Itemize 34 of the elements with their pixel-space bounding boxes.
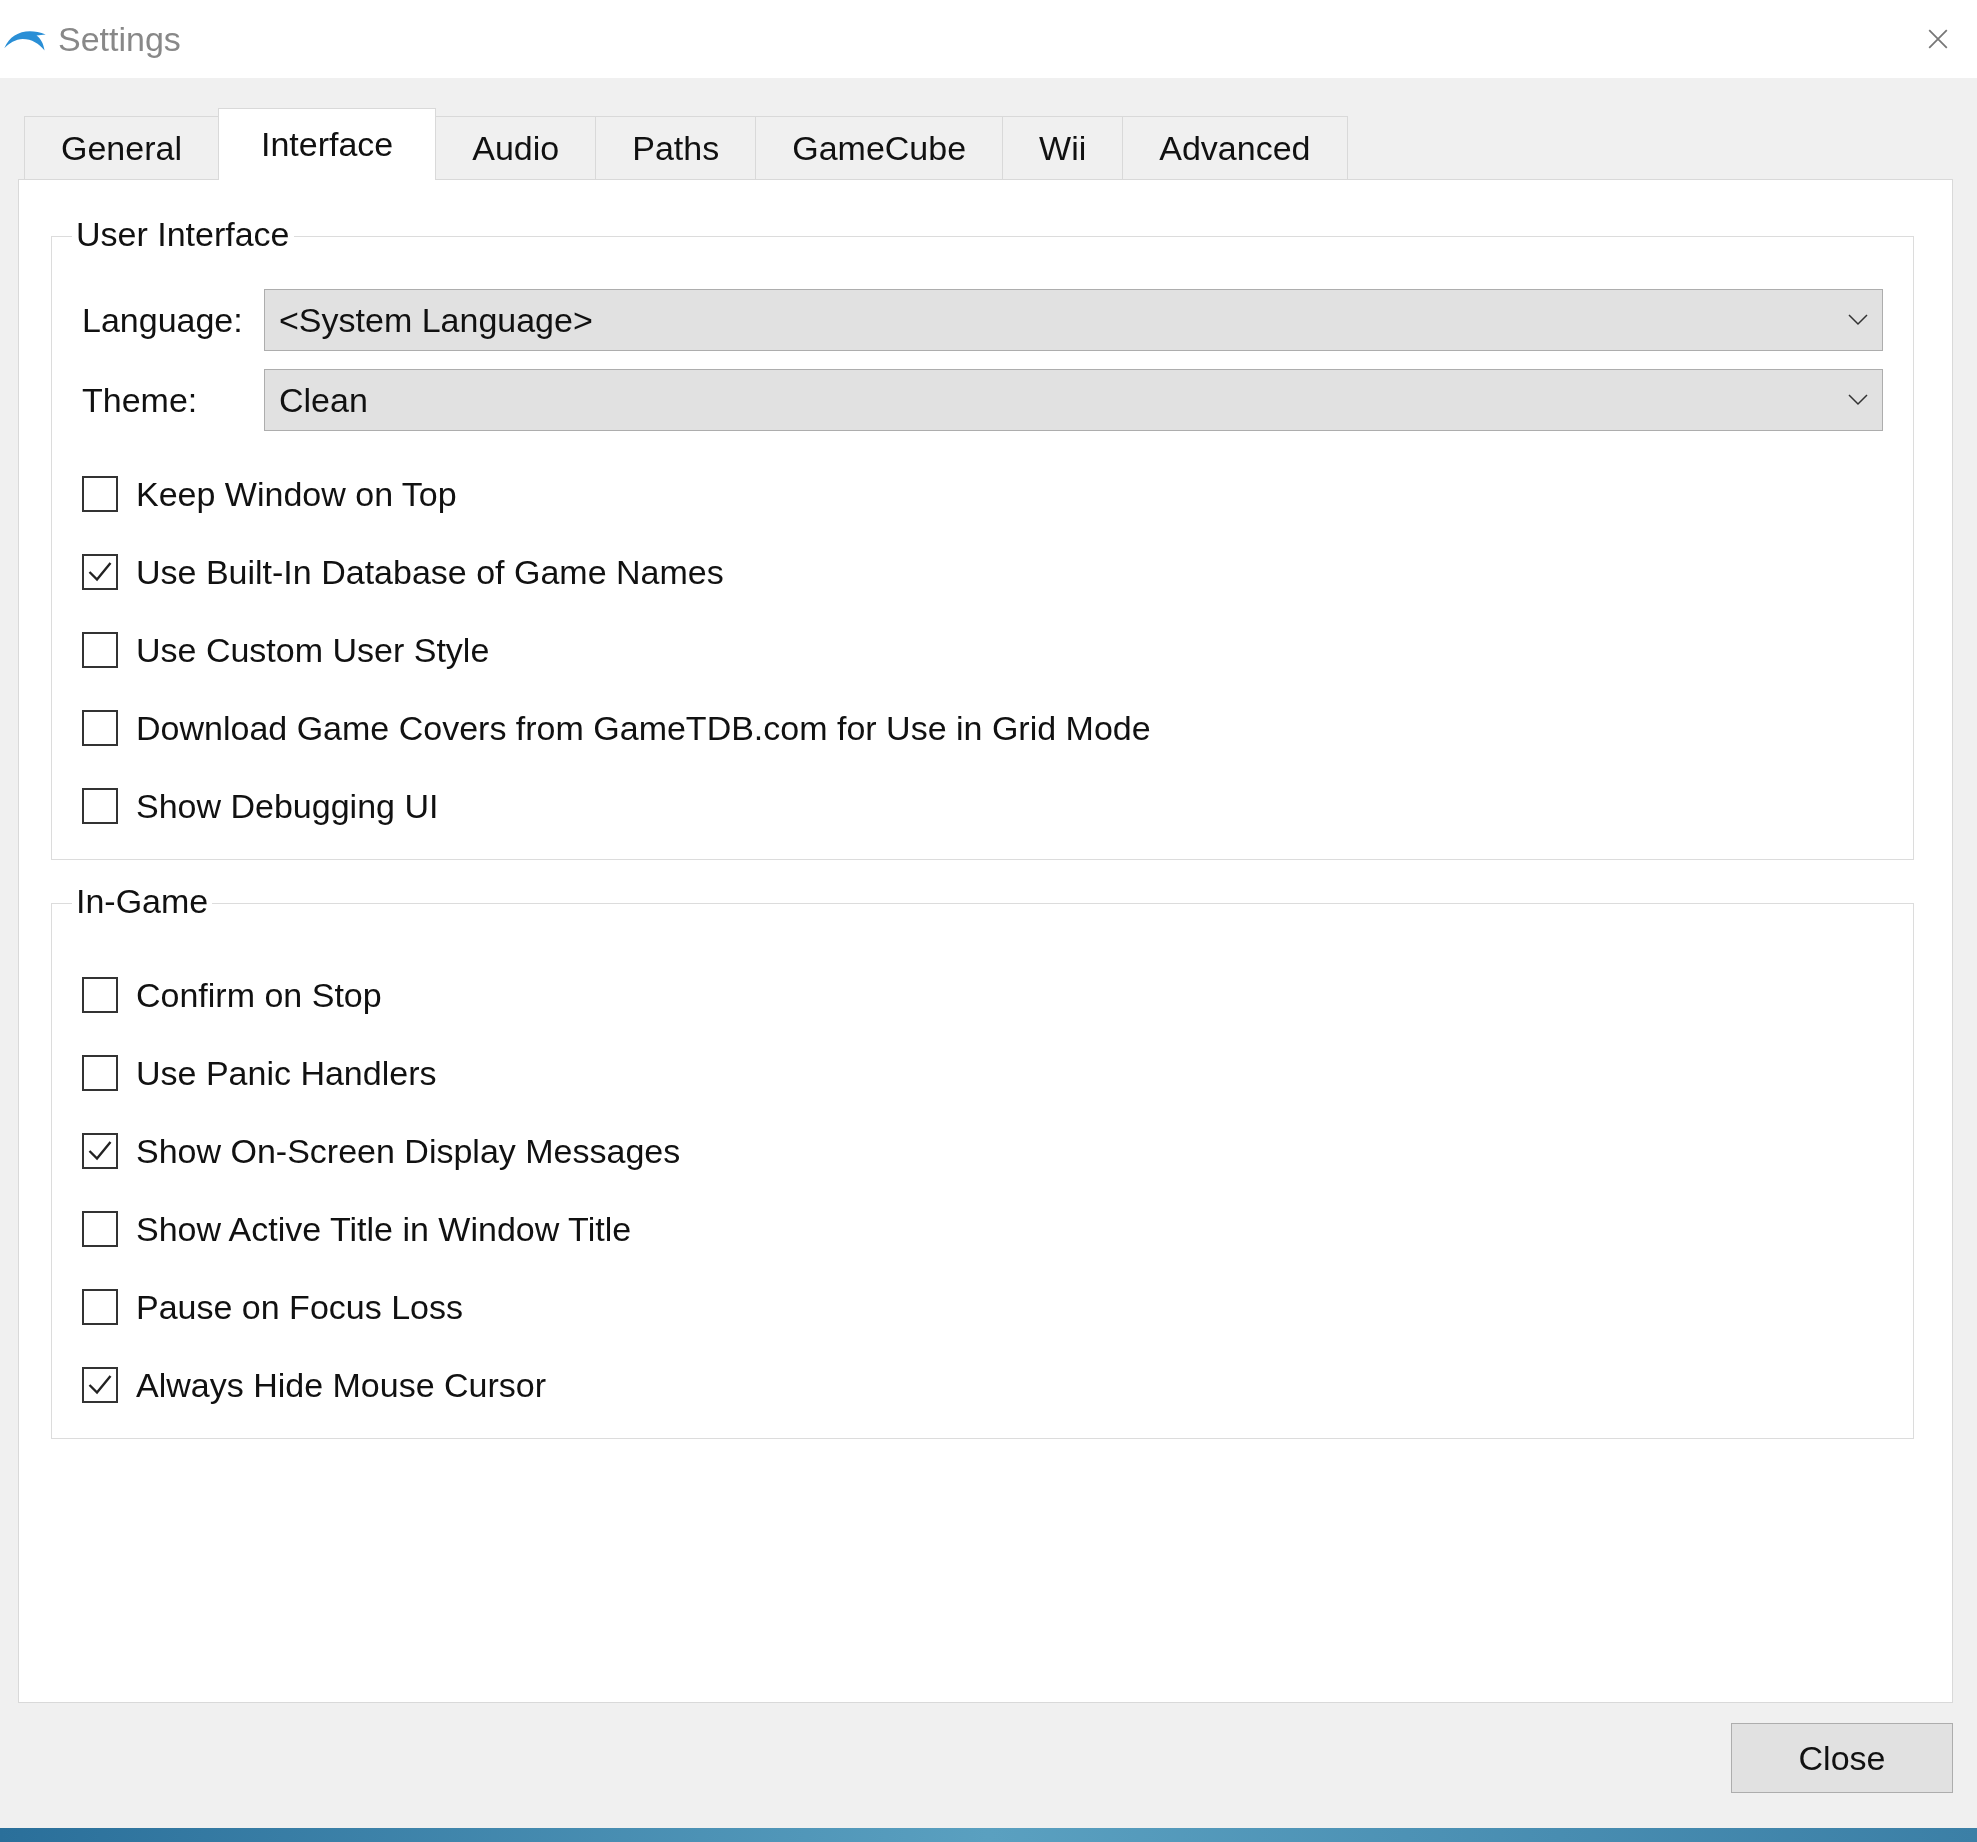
checkbox[interactable] <box>82 554 118 590</box>
checkbox[interactable] <box>82 1055 118 1091</box>
chevron-down-icon <box>1848 314 1868 326</box>
checkbox[interactable] <box>82 476 118 512</box>
dropdown[interactable]: Clean <box>264 369 1883 431</box>
checkbox-label[interactable]: Keep Window on Top <box>136 474 457 514</box>
tab[interactable]: General <box>24 116 219 179</box>
tab[interactable]: Advanced <box>1122 116 1348 179</box>
checkbox[interactable] <box>82 1289 118 1325</box>
checkbox-label[interactable]: Use Panic Handlers <box>136 1053 437 1093</box>
checkbox-label[interactable]: Pause on Focus Loss <box>136 1287 463 1327</box>
checkbox-label[interactable]: Use Custom User Style <box>136 630 490 670</box>
checkbox-label[interactable]: Show Active Title in Window Title <box>136 1209 632 1249</box>
checkbox-label[interactable]: Always Hide Mouse Cursor <box>136 1365 547 1405</box>
checkbox-label[interactable]: Show On-Screen Display Messages <box>136 1131 681 1171</box>
checkbox-label[interactable]: Download Game Covers from GameTDB.com for Use in Grid Mode <box>136 708 1151 748</box>
checkbox[interactable] <box>82 977 118 1013</box>
dropdown[interactable]: <System Language> <box>264 289 1883 351</box>
close-button[interactable]: Close <box>1731 1723 1953 1793</box>
field-label: Language: <box>82 300 244 340</box>
checkbox[interactable] <box>82 788 118 824</box>
checkbox[interactable] <box>82 1367 118 1403</box>
chevron-down-icon <box>1848 394 1868 406</box>
window-title: Settings <box>58 19 181 59</box>
checkbox-label[interactable]: Confirm on Stop <box>136 975 382 1015</box>
checkbox-label[interactable]: Show Debugging UI <box>136 786 439 826</box>
checkbox[interactable] <box>82 1133 118 1169</box>
close-icon[interactable] <box>1927 28 1949 50</box>
field-label: Theme: <box>82 380 199 420</box>
checkbox-label[interactable]: Use Built-In Database of Game Names <box>136 552 724 592</box>
checkbox[interactable] <box>82 1211 118 1247</box>
checkbox[interactable] <box>82 710 118 746</box>
checkbox[interactable] <box>82 632 118 668</box>
tab[interactable]: Interface <box>217 108 437 180</box>
